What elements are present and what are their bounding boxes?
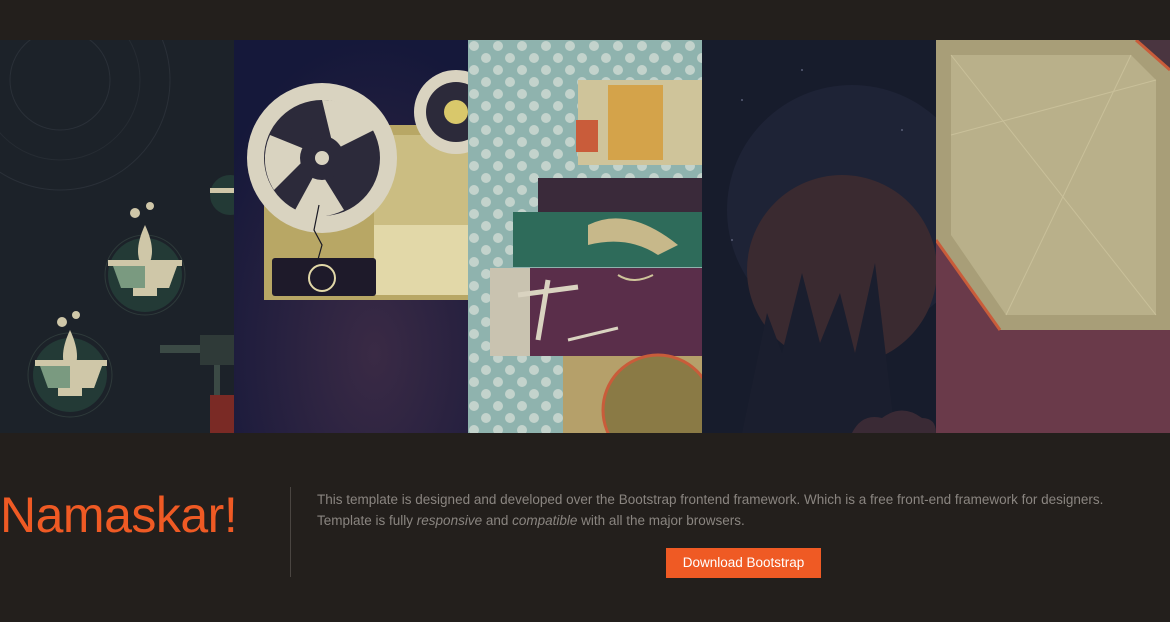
vertical-divider xyxy=(290,487,291,577)
gallery-panel-frame[interactable] xyxy=(936,40,1170,433)
description-line-2-mid: and xyxy=(482,513,513,528)
gallery-panel-planet[interactable] xyxy=(702,40,936,433)
gallery-panel-collage[interactable] xyxy=(468,40,702,433)
abstract-frame-illustration xyxy=(936,40,1170,433)
oil-lamps-illustration xyxy=(0,40,234,433)
description-emphasis-responsive: responsive xyxy=(416,513,483,528)
planet-landscape-illustration xyxy=(702,40,936,433)
top-band xyxy=(0,0,1170,40)
gallery-panel-projector[interactable] xyxy=(234,40,468,433)
intro-section: Namaskar! This template is designed and … xyxy=(0,433,1170,622)
intro-description: This template is designed and developed … xyxy=(317,489,1167,531)
download-bootstrap-button[interactable]: Download Bootstrap xyxy=(666,548,821,578)
collage-illustration xyxy=(468,40,702,433)
description-emphasis-compatible: compatible xyxy=(512,513,578,528)
film-projector-illustration xyxy=(234,40,468,433)
description-line-2-end: with all the major browsers. xyxy=(577,513,745,528)
description-line-1: This template is designed and developed … xyxy=(317,492,1104,507)
image-gallery xyxy=(0,40,1170,433)
page-heading: Namaskar! xyxy=(0,487,238,543)
description-line-2-start: Template is fully xyxy=(317,513,417,528)
gallery-panel-oil-lamps[interactable] xyxy=(0,40,234,433)
